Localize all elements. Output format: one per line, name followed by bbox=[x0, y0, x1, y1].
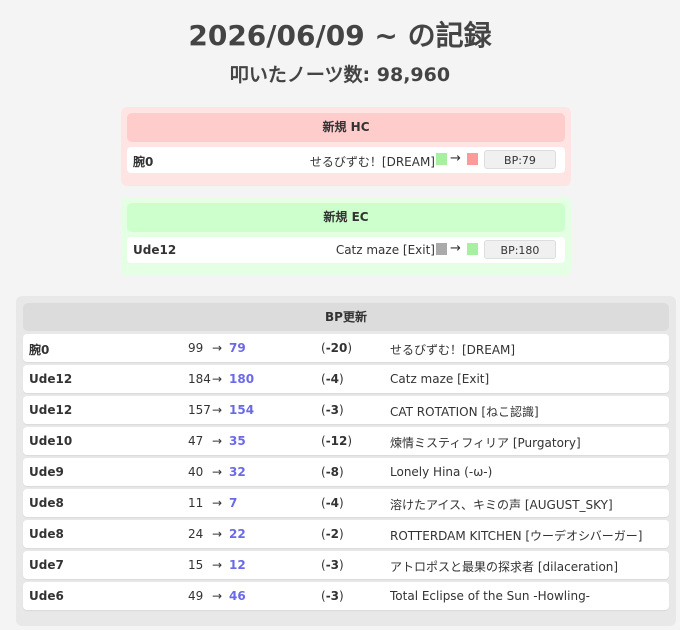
new-bp: 35 bbox=[229, 434, 246, 448]
song-title: Lonely Hina (-ω-) bbox=[390, 465, 493, 479]
old-bp: 11 bbox=[188, 496, 204, 510]
bp-diff: (-2) bbox=[321, 527, 344, 541]
arrow-icon: → bbox=[212, 372, 223, 386]
bp-update-row: Ude10 47 → 35 (-12) 煉情ミスティフィリア [Purgatory] bbox=[23, 427, 669, 455]
level-label: Ude12 bbox=[133, 243, 177, 257]
notes-count-value: 98,960 bbox=[376, 64, 451, 86]
bp-diff: (-12) bbox=[321, 434, 353, 448]
bp-update-row: Ude12 184 → 180 (-4) Catz maze [Exit] bbox=[23, 365, 669, 393]
song-title: 煉情ミスティフィリア [Purgatory] bbox=[390, 436, 581, 450]
bp-diff: (-4) bbox=[321, 496, 344, 510]
old-bp: 47 bbox=[188, 434, 204, 448]
old-lamp-swatch bbox=[436, 153, 447, 165]
new-hc-panel: 新規 HC 腕0 せるびずむ！[DREAM] → BP:79 bbox=[121, 107, 571, 186]
arrow-icon: → bbox=[212, 403, 223, 417]
song-title: ROTTERDAM KITCHEN [ウーデオシバーガー] bbox=[390, 529, 643, 543]
level-label: Ude12 bbox=[29, 372, 73, 386]
level-label: Ude10 bbox=[29, 434, 73, 448]
new-bp: 7 bbox=[229, 496, 238, 510]
bp-update-row: Ude8 24 → 22 (-2) ROTTERDAM KITCHEN [ウーデオシバーガ… bbox=[23, 520, 669, 548]
bp-update-row: Ude12 157 → 154 (-3) CAT ROTATION [ねこ認識] bbox=[23, 396, 669, 424]
level-label: 腕0 bbox=[133, 155, 154, 169]
arrow-icon: → bbox=[212, 527, 223, 541]
new-bp: 22 bbox=[229, 527, 246, 541]
bp-diff: (-8) bbox=[321, 465, 344, 479]
song-title: Total Eclipse of the Sun -Howling- bbox=[390, 589, 591, 603]
song-title: せるびずむ！[DREAM] bbox=[309, 155, 435, 169]
level-label: Ude8 bbox=[29, 527, 64, 541]
new-lamp-swatch bbox=[467, 153, 478, 165]
bp-diff: (-4) bbox=[321, 372, 344, 386]
bp-diff: (-3) bbox=[321, 403, 344, 417]
bp-update-list: 腕0 99 → 79 (-20) せるびずむ！[DREAM] Ude12 184 → 180 (-4… bbox=[23, 334, 669, 610]
bp-diff-value: -2 bbox=[325, 527, 340, 541]
bp-update-panel: BP更新 腕0 99 → 79 (-20) せるびずむ！[DREAM] Ude12 184 → 1… bbox=[16, 296, 676, 626]
old-bp: 15 bbox=[188, 558, 204, 572]
arrow-icon: → bbox=[212, 558, 223, 572]
arrow-icon: → bbox=[450, 241, 461, 256]
old-bp: 99 bbox=[188, 341, 204, 355]
bp-diff-value: -20 bbox=[325, 341, 348, 355]
bp-update-row: Ude7 15 → 12 (-3) アトロポスと最果の探求者 [dilaceration] bbox=[23, 551, 669, 579]
new-ec-title: 新規 EC bbox=[127, 203, 565, 232]
level-label: 腕0 bbox=[29, 343, 50, 357]
old-bp: 184 bbox=[188, 372, 211, 386]
bp-diff: (-3) bbox=[321, 589, 344, 603]
bp-update-row: Ude6 49 → 46 (-3) Total Eclipse of the Sun -H… bbox=[23, 582, 669, 610]
new-hc-row: 腕0 せるびずむ！[DREAM] → BP:79 bbox=[127, 147, 565, 173]
arrow-icon: → bbox=[212, 465, 223, 479]
song-title: CAT ROTATION [ねこ認識] bbox=[390, 405, 539, 419]
bp-update-row: Ude8 11 → 7 (-4) 溶けたアイス、キミの声 [AUGUST_SKY] bbox=[23, 489, 669, 517]
notes-count-heading: 叩いたノーツ数: 98,960 bbox=[0, 60, 680, 87]
level-label: Ude6 bbox=[29, 589, 64, 603]
new-bp: 12 bbox=[229, 558, 246, 572]
song-title: アトロポスと最果の探求者 [dilaceration] bbox=[390, 560, 619, 574]
bp-diff-value: -3 bbox=[325, 403, 340, 417]
bp-update-row: 腕0 99 → 79 (-20) せるびずむ！[DREAM] bbox=[23, 334, 669, 362]
song-title: Catz maze [Exit] bbox=[390, 372, 490, 386]
new-hc-title: 新規 HC bbox=[127, 113, 565, 142]
bp-diff-value: -4 bbox=[325, 496, 340, 510]
new-bp: 32 bbox=[229, 465, 246, 479]
arrow-icon: → bbox=[212, 434, 223, 448]
bp-diff-value: -8 bbox=[325, 465, 340, 479]
old-lamp-swatch bbox=[436, 243, 447, 255]
bp-diff: (-20) bbox=[321, 341, 353, 355]
old-bp: 157 bbox=[188, 403, 211, 417]
level-label: Ude7 bbox=[29, 558, 64, 572]
new-ec-panel: 新規 EC Ude12 Catz maze [Exit] → BP:180 bbox=[121, 197, 571, 276]
new-ec-row: Ude12 Catz maze [Exit] → BP:180 bbox=[127, 237, 565, 263]
old-bp: 49 bbox=[188, 589, 204, 603]
level-label: Ude12 bbox=[29, 403, 73, 417]
arrow-icon: → bbox=[450, 151, 461, 166]
bp-badge: BP:180 bbox=[484, 240, 556, 259]
page-title: 2026/06/09 ~ の記録 bbox=[188, 19, 492, 52]
old-bp: 40 bbox=[188, 465, 204, 479]
level-label: Ude9 bbox=[29, 465, 64, 479]
level-label: Ude8 bbox=[29, 496, 64, 510]
song-title: Catz maze [Exit] bbox=[335, 243, 435, 257]
arrow-icon: → bbox=[212, 341, 223, 355]
bp-diff: (-3) bbox=[321, 558, 344, 572]
new-lamp-swatch bbox=[467, 243, 478, 255]
bp-diff-value: -3 bbox=[325, 558, 340, 572]
new-bp: 154 bbox=[229, 403, 255, 417]
bp-diff-value: -3 bbox=[325, 589, 340, 603]
bp-diff-value: -12 bbox=[325, 434, 348, 448]
bp-update-row: Ude9 40 → 32 (-8) Lonely Hina (-ω-) bbox=[23, 458, 669, 486]
new-bp: 79 bbox=[229, 341, 246, 355]
bp-update-title: BP更新 bbox=[23, 303, 669, 331]
old-bp: 24 bbox=[188, 527, 204, 541]
song-title: せるびずむ！[DREAM] bbox=[390, 343, 516, 357]
arrow-icon: → bbox=[212, 496, 223, 510]
notes-count-label: 叩いたノーツ数: bbox=[229, 64, 371, 86]
bp-badge: BP:79 bbox=[484, 150, 556, 169]
new-bp: 180 bbox=[229, 372, 255, 386]
arrow-icon: → bbox=[212, 589, 223, 603]
song-title: 溶けたアイス、キミの声 [AUGUST_SKY] bbox=[390, 498, 613, 512]
bp-diff-value: -4 bbox=[325, 372, 340, 386]
new-bp: 46 bbox=[229, 589, 246, 603]
